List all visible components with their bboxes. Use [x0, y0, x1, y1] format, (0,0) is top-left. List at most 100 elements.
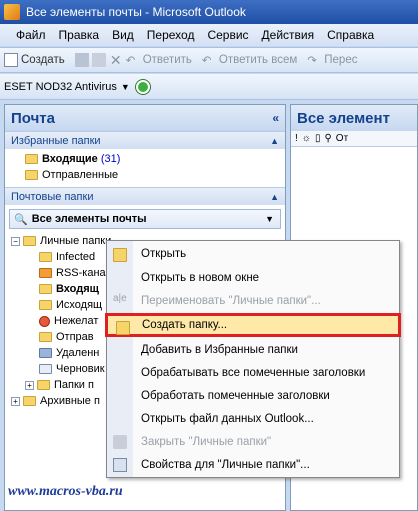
- new-mail-icon: [4, 53, 18, 67]
- tree-label: Исходящ: [56, 299, 103, 311]
- forward-button[interactable]: ↷ Перес: [307, 53, 357, 67]
- antivirus-toolbar: ESET NOD32 Antivirus ▼: [0, 74, 418, 100]
- tree-label: Infected: [56, 251, 96, 263]
- search-folder-icon: 🔍: [14, 213, 28, 226]
- collapse-toggle-icon[interactable]: −: [11, 236, 20, 246]
- chevron-up-icon[interactable]: ▲: [270, 136, 279, 146]
- junk-folder-icon: [39, 315, 50, 327]
- open-folder-icon: [113, 248, 127, 262]
- rename-icon: a|e: [113, 293, 127, 304]
- menu-item-label: Открыть в новом окне: [141, 272, 260, 284]
- reply-label: Ответить: [142, 54, 192, 66]
- tree-label: Папки п: [54, 379, 94, 391]
- menu-item-rename[interactable]: a|e Переименовать "Личные папки"...: [107, 290, 399, 312]
- menu-item-label: Переименовать "Личные папки"...: [141, 295, 321, 307]
- sent-folder-icon: [39, 332, 52, 342]
- tree-label: Удаленн: [56, 347, 100, 359]
- icon-column-icon[interactable]: ▯: [315, 133, 321, 144]
- search-folders-icon: [37, 380, 50, 390]
- menu-item-open-new-window[interactable]: Открыть в новом окне: [107, 267, 399, 289]
- expand-toggle-icon[interactable]: +: [25, 380, 34, 390]
- deleted-folder-icon: [39, 348, 52, 358]
- context-menu: Открыть Открыть в новом окне a|e Переиме…: [105, 240, 401, 478]
- reply-all-button[interactable]: ↶ Ответить всем: [202, 53, 297, 67]
- folder-icon: [39, 252, 52, 262]
- outlook-icon: [4, 4, 20, 20]
- view-title: Все элемент: [297, 109, 390, 127]
- antivirus-label[interactable]: ESET NOD32 Antivirus: [4, 81, 117, 93]
- expand-toggle-icon[interactable]: +: [11, 396, 20, 406]
- menu-item-create-folder[interactable]: Создать папку...: [105, 313, 401, 337]
- watermark-text: www.macros-vba.ru: [8, 484, 123, 499]
- reminder-column-icon[interactable]: ☼: [302, 133, 311, 144]
- tree-label: Нежелат: [54, 315, 99, 327]
- favorite-inbox[interactable]: Входящие (31): [5, 151, 285, 167]
- tree-label: Входящ: [56, 283, 99, 295]
- create-label: Создать: [21, 54, 65, 66]
- reply-icon: ↶: [125, 55, 136, 67]
- menu-item-open-data-file[interactable]: Открыть файл данных Outlook...: [107, 408, 399, 430]
- tree-label: Личные папки: [40, 235, 112, 247]
- menu-go[interactable]: Переход: [147, 28, 195, 42]
- move-icon[interactable]: [91, 53, 106, 67]
- delete-icon[interactable]: ✕: [109, 53, 123, 67]
- standard-toolbar: Создать ✕ ↶ Ответить ↶ Ответить всем ↷ П…: [0, 47, 418, 73]
- menu-item-label: Закрыть "Личные папки": [141, 436, 272, 448]
- menu-item-process-all-headers[interactable]: Обрабатывать все помеченные заголовки: [107, 362, 399, 384]
- sent-folder-icon: [25, 170, 38, 180]
- menu-view[interactable]: Вид: [112, 28, 134, 42]
- print-icon[interactable]: [74, 53, 89, 67]
- collapse-icon[interactable]: «: [272, 111, 279, 125]
- personal-folders-icon: [23, 236, 36, 246]
- menu-item-add-favorites[interactable]: Добавить в Избранные папки: [107, 339, 399, 361]
- reply-button[interactable]: ↶ Ответить: [126, 53, 192, 67]
- all-mail-dropdown-label: Все элементы почты: [31, 213, 147, 225]
- outbox-folder-icon: [39, 300, 52, 310]
- menu-actions[interactable]: Действия: [262, 28, 315, 42]
- favorites-header[interactable]: Избранные папки ▲: [5, 131, 285, 149]
- properties-icon: [113, 458, 127, 472]
- from-column-header[interactable]: От: [336, 133, 348, 144]
- view-header: Все элемент: [291, 105, 417, 131]
- menu-tools[interactable]: Сервис: [207, 28, 248, 42]
- archive-folder-icon: [23, 396, 36, 406]
- menu-item-label: Открыть файл данных Outlook...: [141, 413, 314, 425]
- forward-icon: ↷: [307, 55, 317, 67]
- favorite-sent-label: Отправленные: [42, 169, 119, 181]
- all-mail-dropdown[interactable]: 🔍 Все элементы почты ▼: [9, 209, 281, 229]
- menu-item-process-headers[interactable]: Обработать помеченные заголовки: [107, 385, 399, 407]
- chevron-up-icon[interactable]: ▲: [270, 192, 279, 202]
- menu-item-label: Обработать помеченные заголовки: [141, 390, 330, 402]
- mail-folders-header[interactable]: Почтовые папки ▲: [5, 187, 285, 205]
- menu-file[interactable]: Файл: [16, 28, 46, 42]
- menu-help[interactable]: Справка: [327, 28, 374, 42]
- reply-all-icon: ↶: [201, 55, 212, 67]
- reply-all-label: Ответить всем: [218, 54, 298, 66]
- menu-item-label: Открыть: [141, 248, 187, 260]
- chevron-down-icon: ▼: [265, 214, 274, 224]
- nav-header: Почта «: [5, 105, 285, 131]
- tree-label: Архивные п: [40, 395, 100, 407]
- column-headers: ! ☼ ▯ ⚲ От: [291, 131, 417, 147]
- menu-item-close-folders[interactable]: Закрыть "Личные папки": [107, 431, 399, 453]
- attachment-column-icon[interactable]: ⚲: [324, 133, 331, 144]
- window-title: Все элементы почты - Microsoft Outlook: [26, 5, 246, 19]
- favorites-header-label: Избранные папки: [11, 134, 101, 147]
- tree-label: RSS-кана: [56, 267, 106, 279]
- create-button[interactable]: Создать: [4, 53, 65, 67]
- favorite-sent[interactable]: Отправленные: [5, 167, 285, 183]
- nav-title: Почта: [11, 109, 55, 127]
- title-bar: Все элементы почты - Microsoft Outlook: [0, 0, 418, 24]
- menu-item-open[interactable]: Открыть: [107, 243, 399, 265]
- menu-item-label: Обрабатывать все помеченные заголовки: [141, 367, 366, 379]
- dropdown-arrow-icon[interactable]: ▼: [121, 82, 130, 92]
- menu-edit[interactable]: Правка: [59, 28, 100, 42]
- menu-item-properties[interactable]: Свойства для "Личные папки"...: [107, 454, 399, 476]
- drafts-folder-icon: [39, 364, 52, 374]
- inbox-folder-icon: [39, 284, 52, 294]
- tree-label: Отправ: [56, 331, 94, 343]
- favorite-inbox-count: (31): [100, 153, 121, 165]
- forward-label: Перес: [324, 54, 358, 66]
- eset-icon[interactable]: [135, 79, 150, 94]
- importance-column-icon[interactable]: !: [295, 133, 298, 144]
